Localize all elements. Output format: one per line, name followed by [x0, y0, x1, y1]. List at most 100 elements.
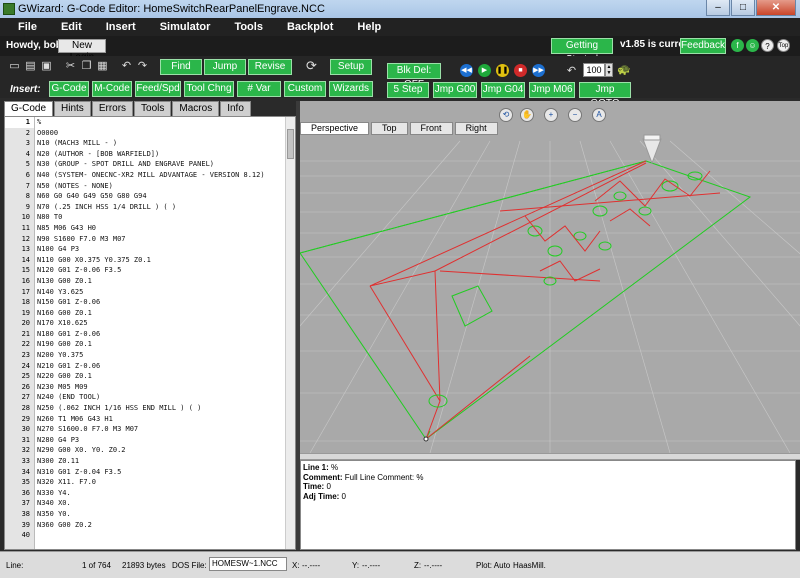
backplot-viewport[interactable] [300, 101, 800, 453]
jmp-m06-button[interactable]: Jmp M06 [529, 82, 575, 98]
code-line[interactable]: N220 G00 Z0.1 [37, 371, 285, 382]
copy-icon[interactable]: ❐ [80, 60, 93, 72]
cut-icon[interactable]: ✂ [64, 60, 77, 72]
tab-errors[interactable]: Errors [91, 101, 134, 116]
code-line[interactable]: N230 M05 M09 [37, 382, 285, 393]
scrollbar-thumb[interactable] [287, 129, 294, 159]
menu-simulator[interactable]: Simulator [160, 18, 211, 36]
code-line[interactable]: N100 G4 P3 [37, 244, 285, 255]
minimize-button[interactable]: – [706, 0, 730, 16]
step-button[interactable]: 5 Step [387, 82, 429, 98]
play-icon[interactable]: ▶ [478, 64, 491, 77]
menu-help[interactable]: Help [357, 18, 381, 36]
jmp-g04-button[interactable]: Jmp G04 [481, 82, 525, 98]
code-line[interactable]: N350 Y0. [37, 509, 285, 520]
code-line[interactable]: N30 (GROUP - SPOT DRILL AND ENGRAVE PANE… [37, 159, 285, 170]
code-line[interactable]: N270 S1600.0 F7.0 M3 M07 [37, 424, 285, 435]
feedback-button[interactable]: Feedback [680, 38, 726, 54]
code-line[interactable] [37, 530, 285, 541]
new-login-button[interactable]: New Login [58, 39, 106, 63]
tab-right[interactable]: Right [454, 122, 498, 135]
code-line[interactable]: N260 T1 M06 G43 H1 [37, 414, 285, 425]
fast-forward-icon[interactable]: ▶▶ [532, 64, 545, 77]
code-line[interactable]: N40 (SYSTEM- ONECNC-XR2 MILL ADVANTAGE -… [37, 170, 285, 181]
close-button[interactable]: ✕ [756, 0, 796, 16]
rotate-view-icon[interactable]: ⟲ [499, 108, 513, 122]
code-line[interactable]: N85 M06 G43 H0 [37, 223, 285, 234]
code-line[interactable]: O0000 [37, 128, 285, 139]
menu-edit[interactable]: Edit [61, 18, 82, 36]
code-line[interactable]: N190 G00 Z0.1 [37, 339, 285, 350]
pan-view-icon[interactable]: ✋ [520, 108, 534, 122]
top-icon[interactable]: Top [777, 39, 790, 52]
code-line[interactable]: N340 X0. [37, 498, 285, 509]
blk-del-button[interactable]: Blk Del: OFF [387, 63, 441, 90]
code-line[interactable]: N240 (END TOOL) [37, 392, 285, 403]
undo-icon[interactable]: ↶ [120, 60, 133, 72]
tab-front[interactable]: Front [409, 122, 453, 135]
insert-feedspd-button[interactable]: Feed/Spd [135, 81, 181, 97]
maximize-button[interactable]: □ [731, 0, 755, 16]
menu-file[interactable]: File [18, 18, 37, 36]
speed-input[interactable]: 100 [583, 63, 605, 77]
code-line[interactable]: N60 G0 G40 G49 G50 G80 G94 [37, 191, 285, 202]
code-line[interactable]: N250 (.062 INCH 1/16 HSS END MILL ) ( ) [37, 403, 285, 414]
menu-insert[interactable]: Insert [106, 18, 136, 36]
jmp-goto-button[interactable]: Jmp GOTO [579, 82, 631, 109]
insert-mcode-button[interactable]: M-Code [92, 81, 132, 97]
code-area[interactable]: % O0000 N10 (MACH3 MILL - ) N20 (AUTHOR - [… [37, 117, 285, 541]
editor-scrollbar[interactable] [285, 117, 295, 549]
code-line[interactable]: N300 Z0.11 [37, 456, 285, 467]
code-line[interactable]: N20 (AUTHOR - [BOB WARFIELD]) [37, 149, 285, 160]
jump-button[interactable]: Jump [204, 59, 246, 75]
getting-started-button[interactable]: Getting Started [551, 38, 613, 65]
code-line[interactable]: N150 G01 Z-0.06 [37, 297, 285, 308]
insert-var-button[interactable]: # Var [237, 81, 281, 97]
tab-top[interactable]: Top [371, 122, 408, 135]
turtle-icon[interactable]: 🐢 [617, 64, 631, 76]
code-line[interactable]: N10 (MACH3 MILL - ) [37, 138, 285, 149]
tab-info[interactable]: Info [220, 101, 251, 116]
code-line[interactable]: N70 (.25 INCH HSS 1/4 DRILL ) ( ) [37, 202, 285, 213]
dos-file-field[interactable]: HOMESW~1.NCC [209, 557, 287, 571]
code-line[interactable]: N180 G01 Z-0.06 [37, 329, 285, 340]
code-line[interactable]: N160 G00 Z0.1 [37, 308, 285, 319]
tab-perspective[interactable]: Perspective [300, 122, 370, 135]
setup-button[interactable]: Setup [330, 59, 372, 75]
community-icon[interactable]: ☺ [746, 39, 759, 52]
paste-icon[interactable]: ▦ [96, 60, 109, 72]
code-line[interactable]: N120 G01 Z-0.06 F3.5 [37, 265, 285, 276]
tab-hints[interactable]: Hints [54, 101, 91, 116]
code-line[interactable]: N210 G01 Z-0.06 [37, 361, 285, 372]
zoom-fit-icon[interactable]: A [592, 108, 606, 122]
jmp-g00-button[interactable]: Jmp G00 [433, 82, 477, 98]
find-button[interactable]: Find [160, 59, 202, 75]
code-line[interactable]: N330 Y4. [37, 488, 285, 499]
code-line[interactable]: N290 G00 X0. Y0. Z0.2 [37, 445, 285, 456]
gcode-editor[interactable]: 1 2 3 4 5 6 7 8 9 10 11 12 13 14 15 16 17 18 19 20 21 22 23 24 2… [4, 116, 296, 550]
code-line[interactable]: N360 G00 Z0.2 [37, 520, 285, 531]
insert-wizards-button[interactable]: Wizards [329, 81, 373, 97]
menu-tools[interactable]: Tools [234, 18, 263, 36]
code-line[interactable]: N90 S1600 F7.0 M3 M07 [37, 234, 285, 245]
help-icon[interactable]: ? [761, 39, 774, 52]
code-line[interactable]: N320 X11. F7.0 [37, 477, 285, 488]
speed-stepper[interactable]: ▲ ▼ [605, 63, 613, 77]
zoom-out-icon[interactable]: − [568, 108, 582, 122]
code-line[interactable]: N80 T0 [37, 212, 285, 223]
tab-gcode[interactable]: G-Code [4, 101, 54, 116]
code-line[interactable]: N140 Y3.625 [37, 287, 285, 298]
zoom-in-icon[interactable]: + [544, 108, 558, 122]
new-file-icon[interactable]: ▭ [8, 60, 21, 72]
insert-toolchng-button[interactable]: Tool Chng [184, 81, 234, 97]
code-line[interactable]: % [37, 117, 285, 128]
refresh-icon[interactable]: ⟳ [305, 59, 318, 72]
redo-icon[interactable]: ↷ [136, 60, 149, 72]
stop-icon[interactable]: ■ [514, 64, 527, 77]
rewind-icon[interactable]: ◀◀ [460, 64, 473, 77]
horizontal-splitter[interactable] [300, 453, 800, 460]
code-line[interactable]: N50 (NOTES - NONE) [37, 181, 285, 192]
code-line[interactable]: N310 G01 Z-0.04 F3.5 [37, 467, 285, 478]
tab-macros[interactable]: Macros [172, 101, 220, 116]
code-line[interactable]: N200 Y0.375 [37, 350, 285, 361]
